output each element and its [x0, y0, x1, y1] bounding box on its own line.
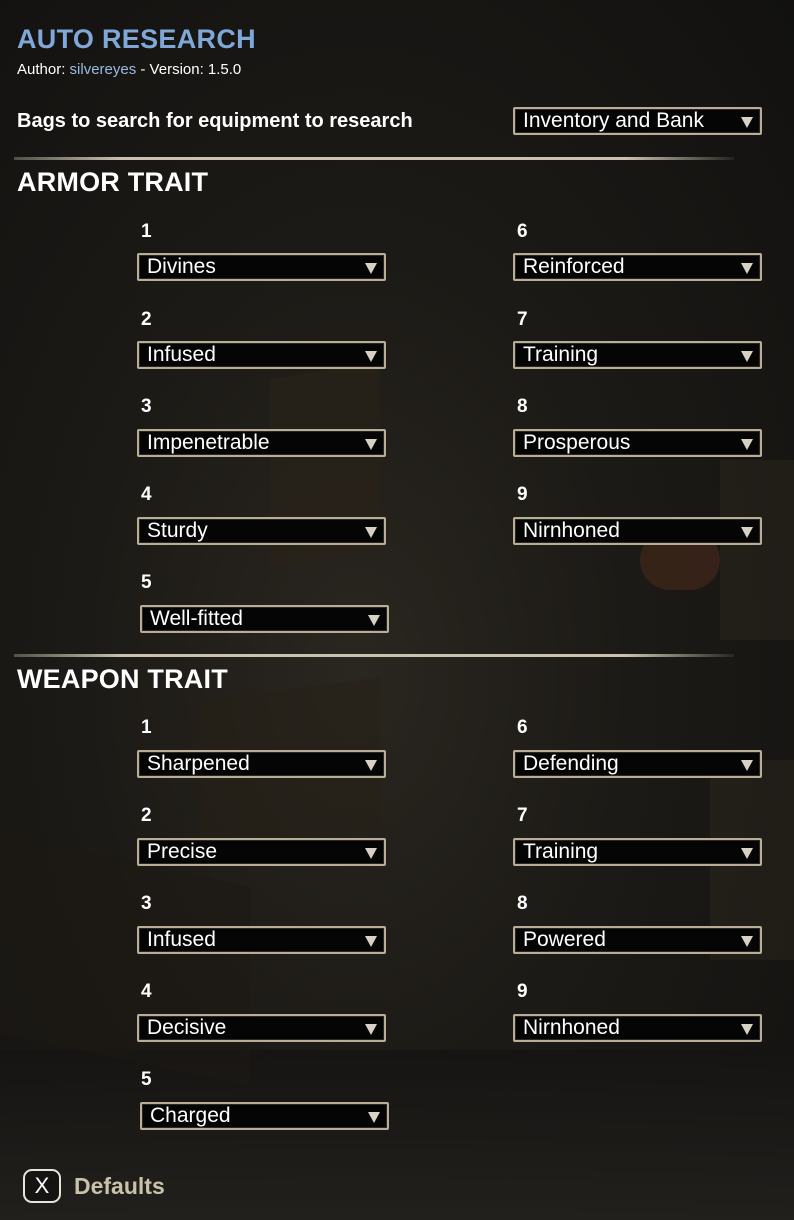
weapon-slot-6-value: Defending — [523, 752, 619, 775]
bags-dropdown-value: Inventory and Bank — [523, 109, 704, 132]
armor-slot-8-number: 8 — [517, 396, 528, 417]
armor-slot-9-value: Nirnhoned — [523, 519, 620, 542]
armor-slot-9-dropdown[interactable]: Nirnhoned — [513, 517, 762, 545]
armor-slot-8-dropdown[interactable]: Prosperous — [513, 429, 762, 457]
weapon-slot-3-number: 3 — [141, 893, 152, 914]
chevron-down-icon — [365, 760, 377, 771]
armor-slot-3-dropdown[interactable]: Impenetrable — [137, 429, 386, 457]
armor-slot-1-dropdown[interactable]: Divines — [137, 253, 386, 281]
weapon-slot-5-dropdown[interactable]: Charged — [140, 1102, 389, 1130]
armor-slot-9-number: 9 — [517, 484, 528, 505]
weapon-slot-4-number: 4 — [141, 981, 152, 1002]
x-key-icon: X — [23, 1169, 61, 1203]
armor-slot-7-number: 7 — [517, 309, 528, 330]
page-title: AUTO RESEARCH — [17, 24, 256, 54]
weapon-slot-3-value: Infused — [147, 928, 216, 951]
chevron-down-icon — [741, 263, 753, 274]
weapon-slot-4-value: Decisive — [147, 1016, 227, 1039]
weapon-slot-1-value: Sharpened — [147, 752, 250, 775]
author-name: silvereyes — [69, 61, 137, 78]
chevron-down-icon — [365, 527, 377, 538]
armor-slot-6-dropdown[interactable]: Reinforced — [513, 253, 762, 281]
weapon-slot-8-number: 8 — [517, 893, 528, 914]
armor-slot-5-number: 5 — [141, 572, 152, 593]
armor-slot-5-value: Well-fitted — [150, 607, 243, 630]
defaults-label: Defaults — [74, 1172, 165, 1199]
armor-slot-6-number: 6 — [517, 221, 528, 242]
chevron-down-icon — [741, 527, 753, 538]
armor-trait-heading: ARMOR TRAIT — [17, 167, 209, 197]
weapon-slot-7-number: 7 — [517, 805, 528, 826]
author-prefix: Author: — [17, 61, 70, 78]
weapon-slot-2-value: Precise — [147, 840, 218, 863]
weapon-slot-6-dropdown[interactable]: Defending — [513, 750, 762, 778]
armor-slot-5-dropdown[interactable]: Well-fitted — [140, 605, 389, 633]
author-version-line: Author: silvereyes - Version: 1.5.0 — [17, 61, 241, 78]
chevron-down-icon — [741, 848, 753, 859]
weapon-trait-heading: WEAPON TRAIT — [17, 664, 228, 694]
armor-slot-3-number: 3 — [141, 396, 152, 417]
chevron-down-icon — [365, 848, 377, 859]
chevron-down-icon — [368, 615, 380, 626]
chevron-down-icon — [365, 439, 377, 450]
weapon-slot-7-dropdown[interactable]: Training — [513, 838, 762, 866]
chevron-down-icon — [741, 351, 753, 362]
weapon-slot-2-number: 2 — [141, 805, 152, 826]
weapon-slot-5-number: 5 — [141, 1069, 152, 1090]
weapon-slot-8-value: Powered — [523, 928, 606, 951]
weapon-slot-8-dropdown[interactable]: Powered — [513, 926, 762, 954]
weapon-slot-9-dropdown[interactable]: Nirnhoned — [513, 1014, 762, 1042]
weapon-slot-3-dropdown[interactable]: Infused — [137, 926, 386, 954]
armor-slot-2-dropdown[interactable]: Infused — [137, 341, 386, 369]
weapon-slot-5-value: Charged — [150, 1104, 231, 1127]
armor-slot-1-value: Divines — [147, 255, 216, 278]
chevron-down-icon — [741, 439, 753, 450]
armor-slot-7-value: Training — [523, 343, 599, 366]
armor-slot-7-dropdown[interactable]: Training — [513, 341, 762, 369]
background-crate — [0, 833, 250, 1087]
weapon-slot-6-number: 6 — [517, 717, 528, 738]
bags-dropdown[interactable]: Inventory and Bank — [513, 107, 762, 135]
armor-slot-4-number: 4 — [141, 484, 152, 505]
armor-slot-2-number: 2 — [141, 309, 152, 330]
weapon-slot-1-number: 1 — [141, 717, 152, 738]
armor-slot-4-dropdown[interactable]: Sturdy — [137, 517, 386, 545]
weapon-slot-7-value: Training — [523, 840, 599, 863]
chevron-down-icon — [365, 263, 377, 274]
armor-slot-6-value: Reinforced — [523, 255, 625, 278]
chevron-down-icon — [741, 1024, 753, 1035]
background-crate — [720, 460, 794, 640]
chevron-down-icon — [741, 117, 753, 128]
armor-slot-2-value: Infused — [147, 343, 216, 366]
weapon-slot-9-value: Nirnhoned — [523, 1016, 620, 1039]
chevron-down-icon — [741, 760, 753, 771]
weapon-slot-9-number: 9 — [517, 981, 528, 1002]
weapon-slot-2-dropdown[interactable]: Precise — [137, 838, 386, 866]
armor-slot-8-value: Prosperous — [523, 431, 631, 454]
armor-slot-1-number: 1 — [141, 221, 152, 242]
chevron-down-icon — [365, 1024, 377, 1035]
weapon-slot-1-dropdown[interactable]: Sharpened — [137, 750, 386, 778]
chevron-down-icon — [365, 351, 377, 362]
armor-slot-4-value: Sturdy — [147, 519, 208, 542]
section-divider — [14, 157, 734, 160]
bags-setting-label: Bags to search for equipment to research — [17, 110, 413, 132]
defaults-button[interactable]: X Defaults — [23, 1169, 165, 1203]
weapon-slot-4-dropdown[interactable]: Decisive — [137, 1014, 386, 1042]
chevron-down-icon — [365, 936, 377, 947]
chevron-down-icon — [741, 936, 753, 947]
armor-slot-3-value: Impenetrable — [147, 431, 270, 454]
chevron-down-icon — [368, 1112, 380, 1123]
section-divider — [14, 654, 734, 657]
version-text: - Version: 1.5.0 — [136, 61, 242, 78]
